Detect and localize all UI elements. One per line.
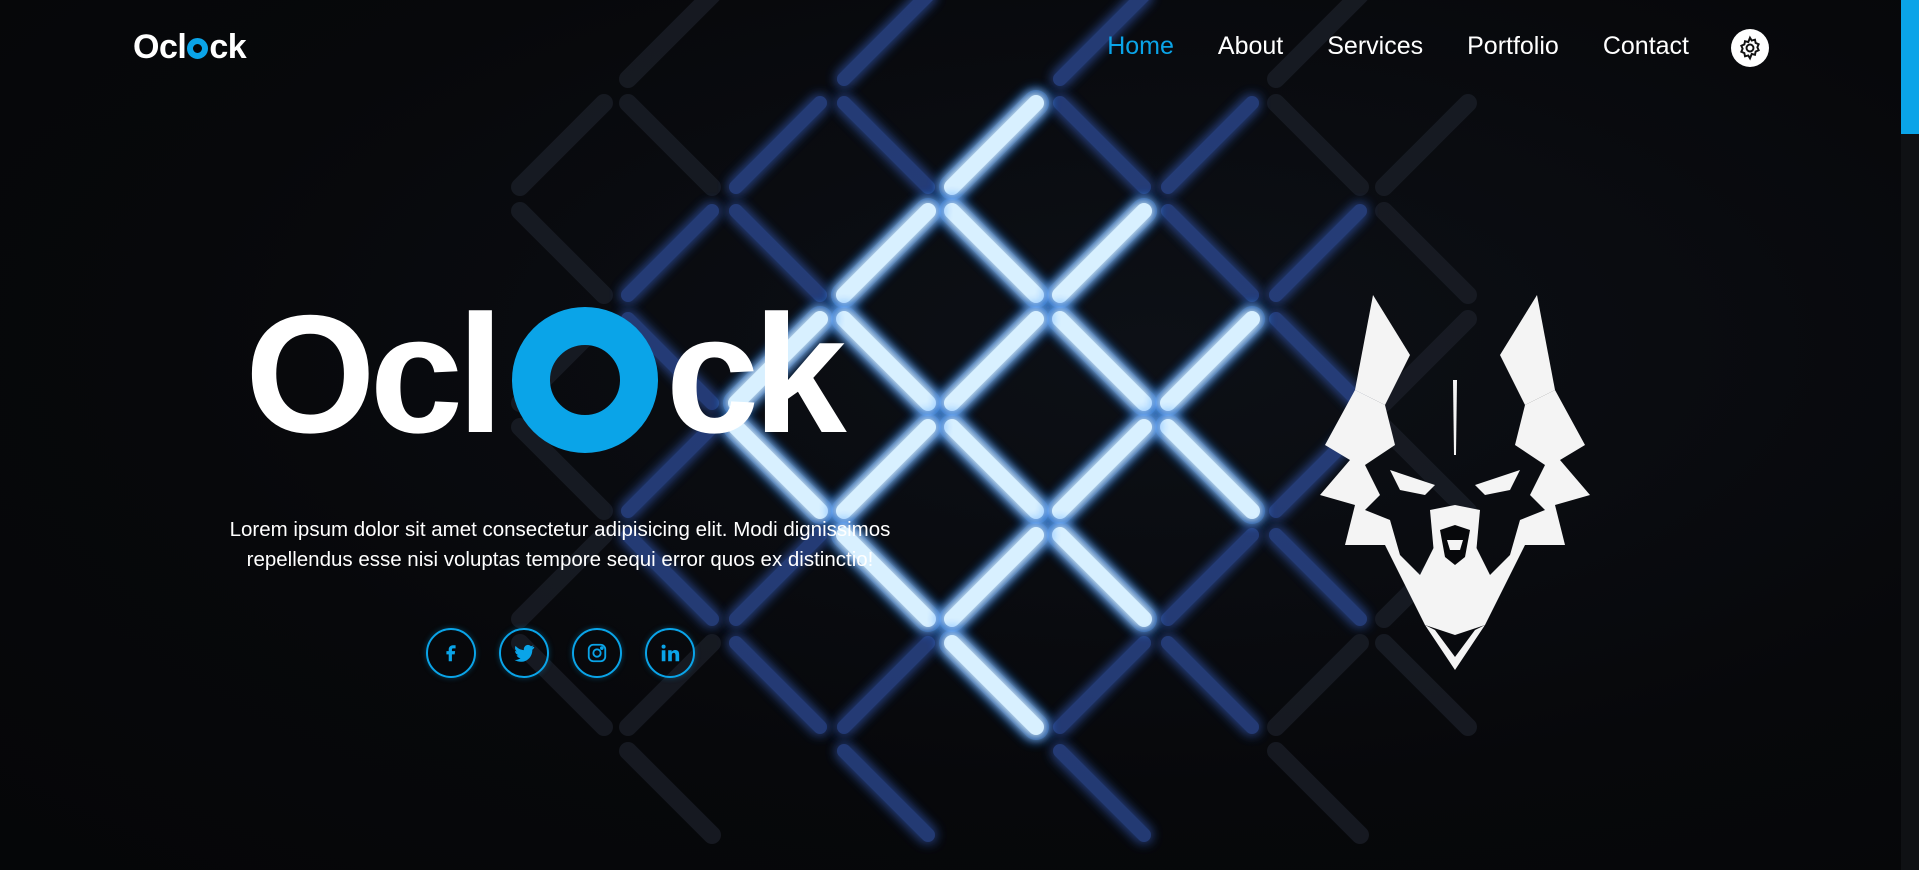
neon-bar <box>1375 94 1477 196</box>
neon-bar <box>619 742 721 844</box>
neon-bar <box>837 744 935 842</box>
neon-bar <box>1052 311 1152 411</box>
neon-bar <box>1053 96 1151 194</box>
nav-link-services[interactable]: Services <box>1327 32 1423 61</box>
logo[interactable]: Ocl ck <box>133 28 247 67</box>
neon-bar <box>1052 527 1152 627</box>
instagram-icon <box>587 643 607 663</box>
nav-link-contact[interactable]: Contact <box>1603 32 1689 61</box>
neon-bar <box>1053 744 1151 842</box>
neon-bar <box>729 636 827 734</box>
wolf-head-image <box>1320 295 1590 670</box>
logo-accent-o <box>187 38 209 59</box>
neon-bar <box>944 311 1044 411</box>
navbar: Ocl ck Home About Services Portfolio Con… <box>0 0 1919 98</box>
hero-title-prefix: Ocl <box>245 280 504 468</box>
neon-bar <box>1052 419 1152 519</box>
neon-bar <box>944 527 1044 627</box>
theme-toggle-button[interactable] <box>1731 29 1769 67</box>
logo-text-suffix: ck <box>209 28 247 66</box>
nav-links: Home About Services Portfolio Contact <box>1107 32 1689 61</box>
neon-bar <box>944 635 1044 735</box>
nav-link-home[interactable]: Home <box>1107 32 1174 61</box>
instagram-button[interactable] <box>572 628 622 678</box>
neon-bar <box>1160 419 1260 519</box>
neon-bar <box>1269 204 1367 302</box>
neon-bar <box>836 203 936 303</box>
neon-bar <box>944 203 1044 303</box>
neon-bar <box>729 96 827 194</box>
neon-bar <box>836 311 936 411</box>
gear-icon <box>1740 35 1760 61</box>
twitter-icon <box>514 644 535 662</box>
nav-link-about[interactable]: About <box>1218 32 1283 61</box>
logo-text-prefix: Ocl <box>133 28 187 66</box>
hero-title-suffix: ck <box>665 280 847 468</box>
hero-title-accent-o <box>511 307 658 453</box>
neon-bar <box>837 96 935 194</box>
neon-bar <box>1161 96 1259 194</box>
neon-bar <box>1161 528 1259 626</box>
neon-bar <box>944 95 1044 195</box>
neon-bar <box>1267 742 1369 844</box>
neon-bar <box>511 202 613 304</box>
nav-link-portfolio[interactable]: Portfolio <box>1467 32 1559 61</box>
neon-bar <box>1161 204 1259 302</box>
social-links <box>426 628 695 678</box>
scrollbar-thumb[interactable] <box>1901 0 1919 134</box>
neon-bar <box>1052 203 1152 303</box>
neon-bar <box>619 94 721 196</box>
twitter-button[interactable] <box>499 628 549 678</box>
facebook-button[interactable] <box>426 628 476 678</box>
neon-bar <box>1161 636 1259 734</box>
neon-bar <box>944 419 1044 519</box>
linkedin-icon <box>661 644 680 662</box>
facebook-icon <box>446 645 456 662</box>
neon-bar <box>1375 202 1477 304</box>
neon-bar <box>1267 94 1369 196</box>
neon-bar <box>1160 311 1260 411</box>
hero-title: Ocl ck <box>245 280 847 468</box>
linkedin-button[interactable] <box>645 628 695 678</box>
neon-bar <box>837 636 935 734</box>
neon-bar <box>511 94 613 196</box>
neon-bar <box>1053 636 1151 734</box>
neon-bar <box>836 419 936 519</box>
hero-description: Lorem ipsum dolor sit amet consectetur a… <box>229 517 891 571</box>
